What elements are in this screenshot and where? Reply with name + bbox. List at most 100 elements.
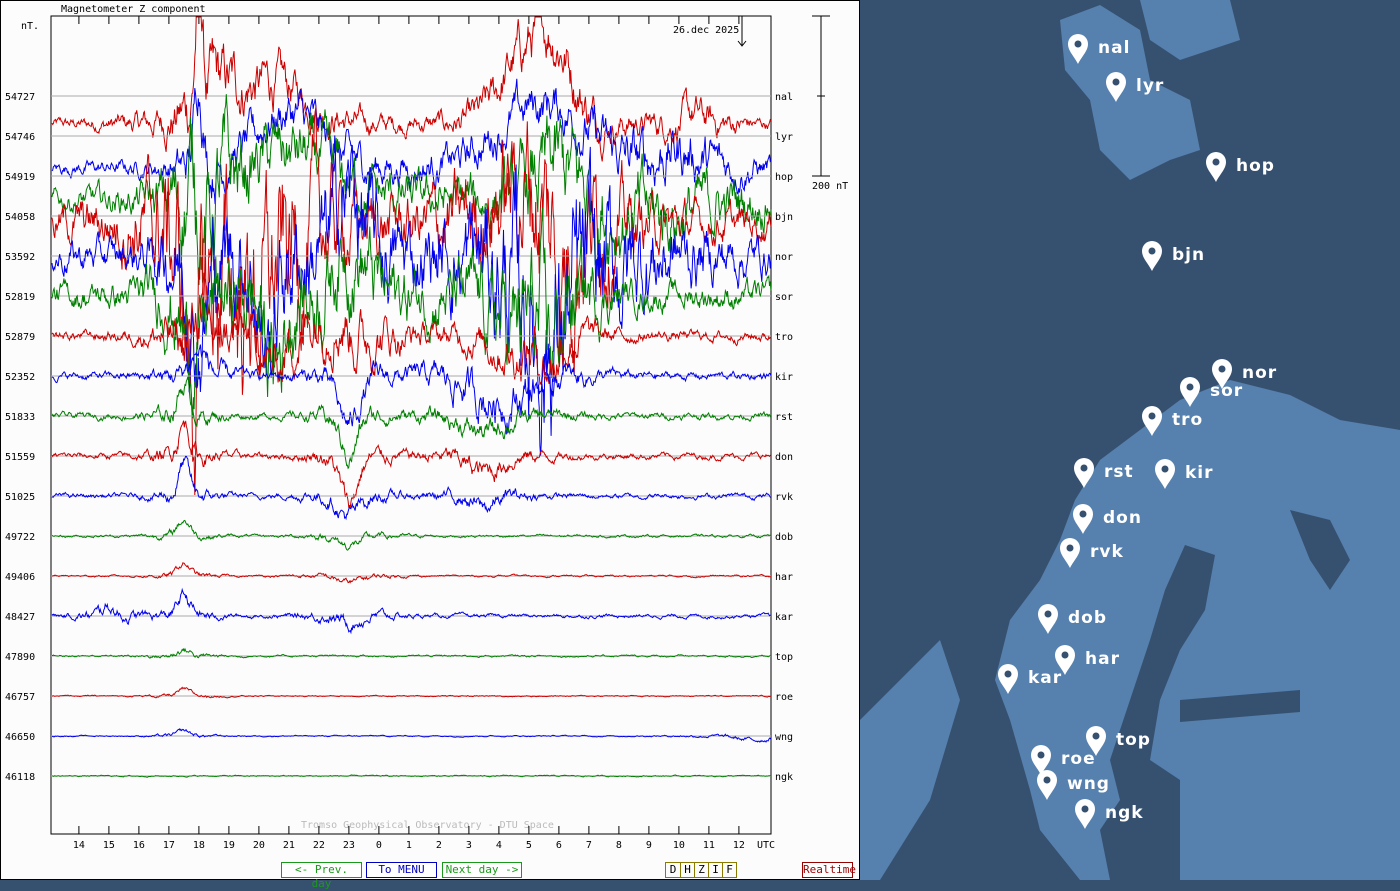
- baseline-value-ngk: 46118: [5, 772, 35, 783]
- component-f-button[interactable]: F: [722, 863, 736, 877]
- station-label-dob: dob: [775, 532, 793, 543]
- pin-hole: [1043, 776, 1051, 784]
- station-label-ngk: ngk: [775, 772, 793, 783]
- station-map: nallyr hop bjn norsortro rst kir don rvk dob har k…: [860, 0, 1400, 880]
- x-tick-label: 20: [253, 840, 265, 851]
- x-tick-label: 8: [616, 840, 622, 851]
- baseline-value-hop: 54919: [5, 172, 35, 183]
- component-z-button[interactable]: Z: [694, 863, 708, 877]
- station-name: rvk: [1090, 542, 1124, 562]
- station-label-nal: nal: [775, 92, 793, 103]
- baseline-value-rst: 51833: [5, 412, 35, 423]
- station-name: don: [1103, 508, 1142, 528]
- station-name: bjn: [1172, 245, 1205, 265]
- station-name: sor: [1210, 381, 1243, 401]
- x-tick-label: 7: [586, 840, 592, 851]
- x-tick-label: 9: [646, 840, 652, 851]
- baseline-value-wng: 46650: [5, 732, 35, 743]
- pin-hole: [1186, 383, 1194, 391]
- baseline-value-kar: 48427: [5, 612, 35, 623]
- baseline-value-har: 49406: [5, 572, 35, 583]
- x-tick-label: 18: [193, 840, 205, 851]
- station-name: roe: [1061, 749, 1096, 769]
- pin-hole: [1037, 751, 1045, 759]
- pin-hole: [1161, 465, 1169, 473]
- baseline-value-top: 47890: [5, 652, 35, 663]
- station-label-bjn: bjn: [775, 212, 793, 223]
- station-label-roe: roe: [775, 692, 793, 703]
- station-name: dob: [1068, 608, 1107, 628]
- x-tick-label: 4: [496, 840, 502, 851]
- component-h-button[interactable]: H: [680, 863, 694, 877]
- x-tick-label: 17: [163, 840, 175, 851]
- station-label-lyr: lyr: [775, 132, 793, 143]
- pin-hole: [1081, 805, 1089, 813]
- x-tick-label: 21: [283, 840, 295, 851]
- x-tick-label: 1: [406, 840, 412, 851]
- component-d-button[interactable]: D: [666, 863, 680, 877]
- baseline-value-kir: 52352: [5, 372, 35, 383]
- station-label-rvk: rvk: [775, 492, 793, 503]
- prev-day-button[interactable]: <- Prev. day: [281, 862, 362, 890]
- pin-hole: [1061, 651, 1069, 659]
- x-tick-label: 6: [556, 840, 562, 851]
- station-name: kar: [1028, 668, 1062, 688]
- x-tick-label: 22: [313, 840, 325, 851]
- x-tick-label: 10: [673, 840, 685, 851]
- station-name: har: [1085, 649, 1120, 669]
- station-label-sor: sor: [775, 292, 793, 303]
- station-name: ngk: [1105, 803, 1144, 823]
- x-tick-label: 11: [703, 840, 715, 851]
- plot-frame: [50, 15, 772, 835]
- station-name: top: [1116, 730, 1151, 750]
- baseline-value-nal: 54727: [5, 92, 35, 103]
- baseline-value-nor: 53592: [5, 252, 35, 263]
- pin-hole: [1112, 78, 1120, 86]
- baseline-value-dob: 49722: [5, 532, 35, 543]
- pin-hole: [1044, 610, 1052, 618]
- x-tick-label: 14: [73, 840, 85, 851]
- x-tick-label: 5: [526, 840, 532, 851]
- next-day-button[interactable]: Next day ->: [442, 862, 522, 878]
- x-unit-label: UTC: [757, 840, 775, 851]
- x-tick-label: 16: [133, 840, 145, 851]
- scale-bar: [812, 15, 830, 177]
- pin-hole: [1212, 158, 1220, 166]
- station-label-nor: nor: [775, 252, 793, 263]
- station-name: nor: [1242, 363, 1277, 383]
- pin-hole: [1066, 544, 1074, 552]
- date-label: 26.dec 2025: [673, 25, 739, 36]
- component-i-button[interactable]: I: [708, 863, 722, 877]
- baseline-value-lyr: 54746: [5, 132, 35, 143]
- station-label-don: don: [775, 452, 793, 463]
- station-name: nal: [1098, 38, 1130, 58]
- station-name: lyr: [1136, 76, 1164, 96]
- pin-hole: [1004, 670, 1012, 678]
- pin-hole: [1148, 412, 1156, 420]
- pin-hole: [1092, 732, 1100, 740]
- station-name: rst: [1104, 462, 1134, 482]
- station-name: wng: [1067, 774, 1110, 794]
- chart-title: Magnetometer Z component: [61, 4, 206, 15]
- station-label-top: top: [775, 652, 793, 663]
- credit-text: Tromso Geophysical Observatory - DTU Spa…: [301, 820, 554, 831]
- x-tick-label: 15: [103, 840, 115, 851]
- x-tick-label: 3: [466, 840, 472, 851]
- baseline-value-sor: 52819: [5, 292, 35, 303]
- magnetometer-chart: Magnetometer Z componentnT. 26.dec 202520…: [5, 4, 848, 851]
- x-tick-label: 23: [343, 840, 355, 851]
- pin-hole: [1148, 247, 1156, 255]
- x-tick-label: 19: [223, 840, 235, 851]
- baseline-value-tro: 52879: [5, 332, 35, 343]
- realtime-button[interactable]: Realtime: [802, 862, 856, 878]
- station-label-hop: hop: [775, 172, 793, 183]
- baseline-value-roe: 46757: [5, 692, 35, 703]
- scale-label: 200 nT: [812, 181, 848, 192]
- station-name: tro: [1172, 410, 1203, 430]
- to-menu-button[interactable]: To MENU: [366, 862, 437, 878]
- component-selector: D H Z I F: [665, 862, 737, 878]
- magnetometer-panel: Magnetometer Z component nT. 26.dec 2025 20…: [0, 0, 860, 890]
- pin-hole: [1079, 510, 1087, 518]
- pin-hole: [1080, 464, 1088, 472]
- x-tick-label: 0: [376, 840, 382, 851]
